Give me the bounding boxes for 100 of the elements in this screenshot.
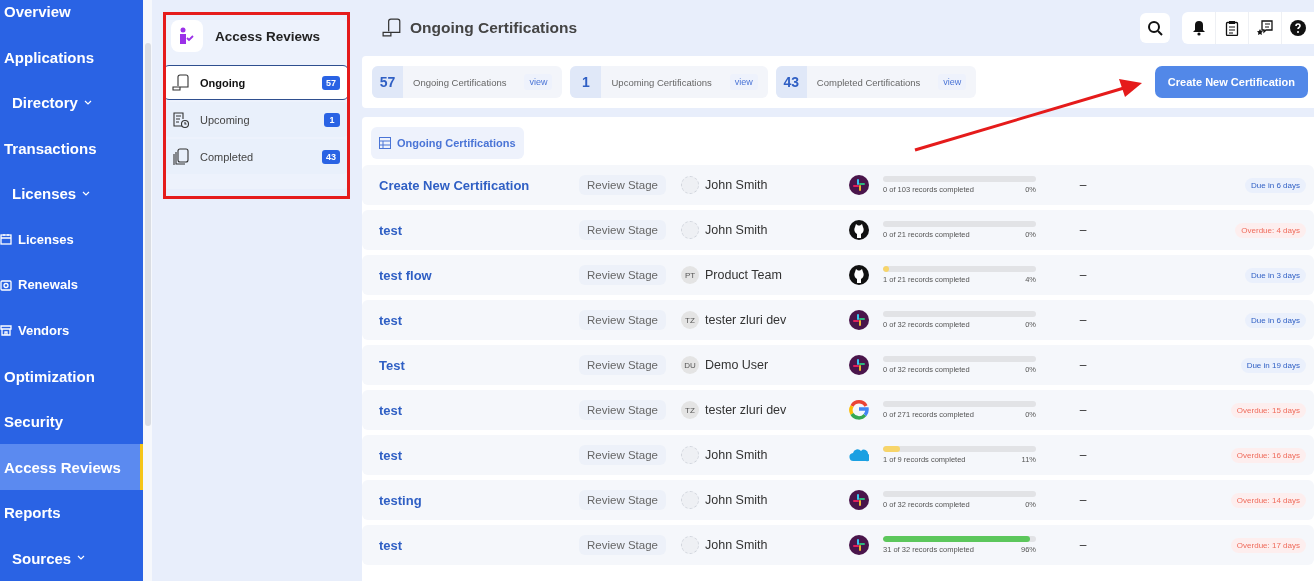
sidebar-label: Security — [4, 413, 64, 431]
sidebar-item[interactable]: Licenses — [0, 171, 143, 217]
create-certification-button[interactable]: Create New Certification — [1154, 66, 1308, 98]
initials-avatar: TZ — [681, 311, 699, 329]
initials-avatar: PT — [681, 266, 699, 284]
subnav-title: Access Reviews — [215, 28, 321, 44]
sidebar-label: Licenses — [12, 185, 77, 203]
owner-name: John Smith — [705, 493, 768, 507]
owner-name: John Smith — [705, 538, 768, 552]
stat-count: 1 — [570, 66, 602, 98]
github-icon — [849, 265, 869, 285]
document-hand-icon — [382, 18, 402, 38]
subnav-item[interactable]: Completed 43 — [163, 139, 349, 174]
certification-name[interactable]: test — [379, 222, 579, 238]
avatar-placeholder — [681, 221, 699, 239]
stat-label: Completed Certifications — [816, 76, 921, 88]
stat-label: Ongoing Certifications — [413, 76, 507, 88]
reviewer-dash: – — [1079, 403, 1087, 417]
due-tag: Overdue: 17 days — [1230, 537, 1306, 553]
scrollbar-thumb[interactable] — [144, 43, 151, 426]
sidebar-item[interactable]: Optimization — [0, 353, 143, 399]
github-icon — [849, 220, 869, 240]
owner-name: John Smith — [705, 223, 768, 237]
due-tag: Due in 6 days — [1245, 312, 1306, 328]
due-tag: Overdue: 4 days — [1235, 222, 1306, 238]
subnav-label: Upcoming — [200, 113, 251, 126]
sidebar-label: Vendors — [18, 323, 70, 338]
owner-name: John Smith — [705, 178, 768, 192]
due-tag: Due in 6 days — [1245, 177, 1306, 193]
document-clock-icon — [172, 110, 190, 129]
sidebar-item[interactable]: Access Reviews — [0, 444, 143, 490]
certification-name[interactable]: test — [379, 537, 579, 553]
sidebar-item[interactable]: Transactions — [0, 125, 143, 172]
stage-tag: Review Stage — [579, 445, 666, 465]
subnav-label: Ongoing — [200, 76, 247, 89]
stage-tag: Review Stage — [579, 175, 666, 195]
reviewer-dash: – — [1079, 268, 1087, 282]
due-tag: Due in 19 days — [1240, 357, 1306, 373]
stage-tag: Review Stage — [579, 400, 666, 420]
sidebar-label: Optimization — [4, 367, 95, 385]
sidebar-item[interactable]: Renewals — [0, 262, 143, 308]
reviewer-dash: – — [1079, 313, 1087, 327]
chevron-down-icon — [77, 555, 86, 562]
sidebar-item[interactable]: Sources — [0, 535, 143, 581]
certification-name[interactable]: test flow — [379, 267, 579, 283]
sidebar-item[interactable]: Applications — [0, 34, 143, 81]
certification-name[interactable]: testing — [379, 492, 579, 508]
stage-tag: Review Stage — [579, 490, 666, 510]
initials-avatar: TZ — [681, 401, 699, 419]
store-icon — [0, 324, 12, 337]
cloud-icon — [849, 448, 869, 462]
sidebar-item[interactable]: Reports — [0, 489, 143, 536]
sidebar-label: Licenses — [18, 231, 74, 247]
owner-name: John Smith — [705, 448, 768, 462]
person-check-icon — [171, 20, 203, 52]
certification-name[interactable]: Test — [379, 357, 579, 373]
count-badge: 1 — [324, 112, 340, 127]
reviewer-dash: – — [1079, 178, 1087, 192]
stat-count: 43 — [775, 66, 807, 98]
view-link[interactable]: view — [938, 74, 967, 90]
calendar-icon — [0, 233, 12, 246]
reviewer-dash: – — [1079, 448, 1087, 462]
certification-name[interactable]: test — [379, 447, 579, 463]
reviewer-dash: – — [1079, 358, 1087, 372]
count-badge: 43 — [322, 149, 340, 164]
sidebar-item[interactable]: Overview — [0, 0, 143, 35]
sidebar-label: Overview — [4, 3, 71, 21]
slack-icon — [849, 355, 869, 375]
certification-name[interactable]: test — [379, 402, 579, 418]
subnav-label: Completed — [200, 150, 255, 163]
sidebar-item[interactable]: Directory — [0, 80, 143, 126]
due-tag: Due in 3 days — [1245, 267, 1306, 283]
stage-tag: Review Stage — [579, 355, 666, 375]
search-icon[interactable] — [1140, 13, 1170, 43]
due-tag: Overdue: 14 days — [1230, 492, 1306, 508]
avatar-placeholder — [681, 491, 699, 509]
view-link[interactable]: view — [729, 74, 758, 90]
reviewer-dash: – — [1079, 538, 1087, 552]
copy-icon — [172, 147, 190, 166]
stage-tag: Review Stage — [579, 265, 666, 285]
subnav-item[interactable]: Ongoing 57 — [163, 65, 349, 100]
certification-name[interactable]: test — [379, 312, 579, 328]
camera-icon — [0, 278, 12, 291]
slack-icon — [849, 535, 869, 555]
owner-name: tester zluri dev — [705, 313, 787, 327]
certification-name[interactable]: Create New Certification — [379, 177, 579, 193]
sidebar-item[interactable]: Licenses — [0, 216, 143, 263]
sidebar-item[interactable]: Security — [0, 398, 143, 445]
chevron-down-icon — [82, 190, 91, 197]
subnav-item[interactable]: Upcoming 1 — [163, 102, 349, 137]
sidebar-label: Applications — [4, 48, 94, 66]
slack-icon — [849, 175, 869, 195]
list-tab[interactable]: Ongoing Certifications — [371, 127, 524, 159]
document-hand-icon — [172, 73, 190, 92]
avatar-placeholder — [681, 446, 699, 464]
sidebar-item[interactable]: Vendors — [0, 307, 143, 354]
reviewer-dash: – — [1079, 493, 1087, 507]
stage-tag: Review Stage — [579, 535, 666, 555]
view-link[interactable]: view — [524, 74, 553, 90]
owner-name: tester zluri dev — [705, 403, 787, 417]
